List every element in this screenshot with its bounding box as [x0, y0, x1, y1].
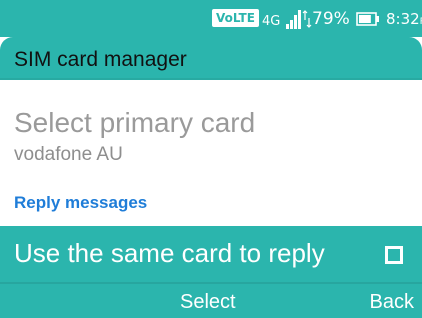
back-softkey[interactable]: Back: [370, 290, 414, 314]
battery-icon: [356, 12, 379, 26]
volte-badge: VoLTE: [212, 9, 259, 27]
status-bar: VoLTE 4G 79% 8:32PM: [0, 0, 422, 37]
reply-messages-section-header: Reply messages: [14, 193, 148, 212]
softkey-bar: Select Back: [0, 282, 422, 318]
network-type-label: 4G: [262, 14, 281, 29]
battery-percent: 79%: [312, 9, 350, 29]
select-primary-card-label: Select primary card: [14, 107, 256, 138]
use-same-card-label: Use the same card to reply: [14, 238, 325, 268]
title-bar: SIM card manager: [0, 37, 422, 80]
data-activity-icon: [302, 10, 312, 28]
primary-card-value: vodafone AU: [14, 144, 123, 165]
select-softkey[interactable]: Select: [180, 290, 236, 314]
page-title: SIM card manager: [14, 48, 187, 71]
use-same-card-checkbox[interactable]: [385, 246, 403, 264]
screen: VoLTE 4G 79% 8:32PM SIM card manager Sel…: [0, 0, 422, 318]
use-same-card-to-reply-item[interactable]: Use the same card to reply: [0, 226, 422, 282]
clock: 8:32PM: [386, 9, 422, 32]
clock-time: 8:32: [386, 10, 420, 28]
select-primary-card-item[interactable]: Select primary card vodafone AU: [0, 80, 422, 180]
